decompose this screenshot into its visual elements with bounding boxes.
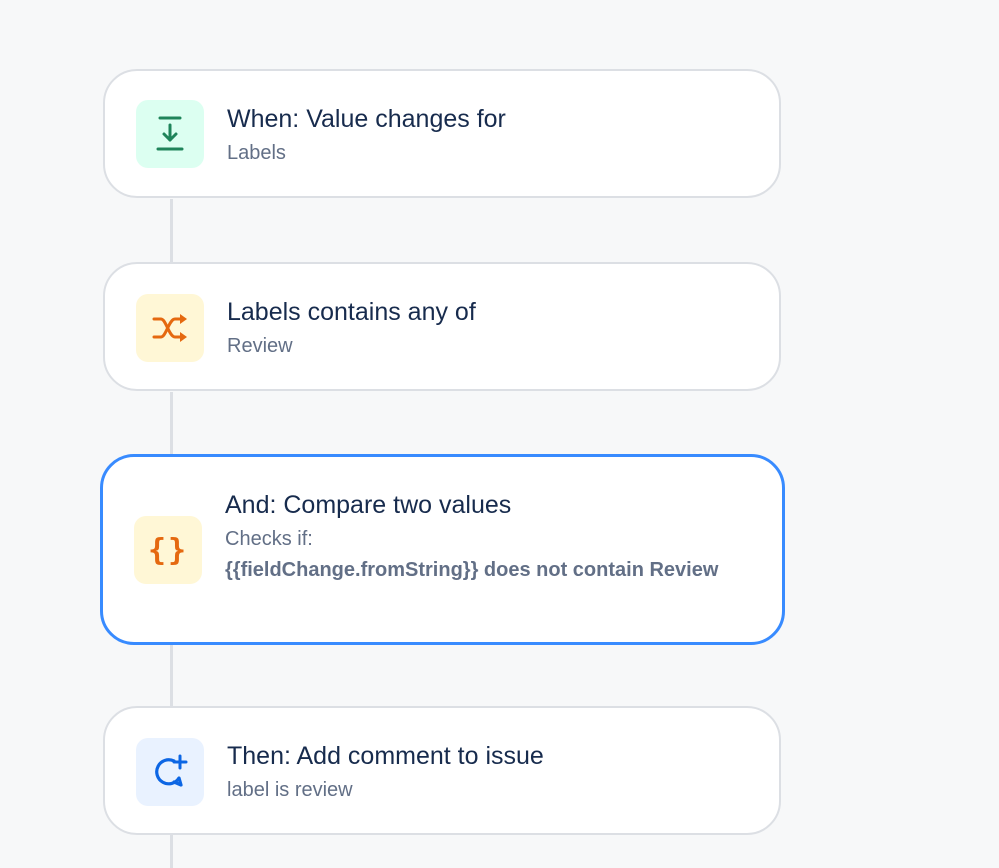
action-icon-box xyxy=(136,738,204,806)
rule-card-action[interactable]: Then: Add comment to issue label is revi… xyxy=(103,706,781,835)
action-title: Then: Add comment to issue xyxy=(227,742,544,770)
compare-title: And: Compare two values xyxy=(225,491,512,519)
trigger-icon-box xyxy=(136,100,204,168)
compare-detail: {{fieldChange.fromString}} does not cont… xyxy=(225,559,719,581)
rule-card-condition[interactable]: Labels contains any of Review xyxy=(103,262,781,391)
rule-card-trigger[interactable]: When: Value changes for Labels xyxy=(103,69,781,198)
condition-subtitle: Review xyxy=(227,335,293,357)
flow-connector xyxy=(170,643,173,709)
compare-icon-box: {} xyxy=(134,516,202,584)
flow-connector xyxy=(170,835,173,868)
flow-connector xyxy=(170,392,173,457)
rule-card-compare-selected[interactable]: {} And: Compare two values Checks if: {{… xyxy=(100,454,785,645)
trigger-subtitle: Labels xyxy=(227,142,286,164)
shuffle-branch-icon xyxy=(152,314,187,342)
add-comment-icon xyxy=(155,754,188,787)
condition-title: Labels contains any of xyxy=(227,298,476,326)
flow-connector xyxy=(170,199,173,265)
action-subtitle: label is review xyxy=(227,779,353,801)
condition-icon-box xyxy=(136,294,204,362)
field-value-changed-icon xyxy=(156,116,184,151)
compare-subtitle: Checks if: xyxy=(225,528,313,550)
curly-braces-icon: {} xyxy=(147,532,189,568)
trigger-title: When: Value changes for xyxy=(227,105,506,133)
